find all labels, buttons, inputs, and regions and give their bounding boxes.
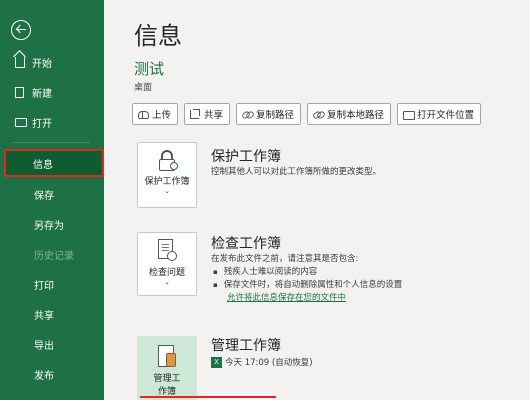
nav-home[interactable]: 开始 <box>0 48 104 76</box>
nav-home-label: 开始 <box>32 58 52 70</box>
inspect-workbook-desc: 在发布此文件之前，请注意其是否包含: 残疾人士难以阅读的内容 保存文件时，将自动… <box>211 253 402 305</box>
inspect-bullet-accessibility: 残疾人士难以阅读的内容 <box>211 266 402 279</box>
nav-save-as-label: 另存为 <box>34 220 64 232</box>
page-title: 信息 <box>134 22 182 50</box>
open-file-location-button[interactable]: 打开文件位置 <box>397 103 482 125</box>
link-icon <box>242 109 252 119</box>
autorecover-version-label: 今天 17:09 (自动恢复) <box>225 358 313 368</box>
nav-publish[interactable]: 发布 <box>0 360 104 388</box>
nav-share-label: 共享 <box>34 310 54 322</box>
protect-workbook-button[interactable]: 保护工作簿 ⌄ <box>137 142 197 208</box>
nav-info-label: 信息 <box>33 159 53 171</box>
link-icon <box>313 109 323 119</box>
upload-button[interactable]: 上传 <box>132 103 179 125</box>
new-document-icon <box>15 87 24 98</box>
nav-export[interactable]: 导出 <box>0 330 104 358</box>
nav-history: 历史记录 <box>0 240 104 268</box>
protect-workbook-desc: 控制其他人可以对此工作簿所做的更改类型。 <box>211 167 382 177</box>
allow-save-info-link[interactable]: 允许将此信息保存在您的文件中 <box>227 292 402 305</box>
nav-save-label: 保存 <box>34 190 54 202</box>
backstage-sidebar: 开始 新建 打开 信息 保存 另存为 历史记录 打印 共享 导出 发布 <box>0 0 104 400</box>
copy-path-button[interactable]: 复制路径 <box>236 103 302 125</box>
nav-publish-label: 发布 <box>34 370 54 382</box>
file-actions-bar: 上传 共享 复制路径 复制本地路径 打开文件位置 <box>132 103 487 125</box>
nav-new-label: 新建 <box>32 88 52 100</box>
inspect-document-icon <box>156 239 178 263</box>
file-path: 桌面 <box>134 83 153 93</box>
folder-icon <box>403 109 416 120</box>
nav-export-label: 导出 <box>34 340 54 352</box>
inspect-intro: 在发布此文件之前，请注意其是否包含: <box>211 254 359 264</box>
manage-workbook-title: 管理工作簿 <box>211 338 281 354</box>
autorecover-version[interactable]: X 今天 17:09 (自动恢复) <box>211 357 313 370</box>
sidebar-divider <box>12 142 90 143</box>
upload-label: 上传 <box>152 110 172 121</box>
protect-workbook-title: 保护工作簿 <box>211 149 281 165</box>
excel-file-icon: X <box>211 357 222 368</box>
back-arrow-icon[interactable] <box>11 20 31 40</box>
home-icon <box>15 57 25 68</box>
nav-open-label: 打开 <box>32 118 52 130</box>
info-panel: 信息 测试 桌面 上传 共享 复制路径 复制本地路径 打开文件位置 保护工作簿 … <box>104 0 530 400</box>
nav-share[interactable]: 共享 <box>0 300 104 328</box>
nav-open[interactable]: 打开 <box>0 108 104 136</box>
nav-new[interactable]: 新建 <box>0 78 104 106</box>
nav-info[interactable]: 信息 <box>4 149 104 177</box>
share-button[interactable]: 共享 <box>184 103 231 125</box>
open-file-location-label: 打开文件位置 <box>417 110 475 121</box>
share-icon <box>190 109 201 119</box>
inspect-workbook-title: 检查工作簿 <box>211 236 281 252</box>
share-label: 共享 <box>204 110 224 121</box>
inspect-bullet-properties: 保存文件时，将自动删除属性和个人信息的设置 <box>211 279 403 292</box>
copy-local-path-button[interactable]: 复制本地路径 <box>307 103 392 125</box>
protect-workbook-button-label: 保护工作簿 <box>144 177 190 187</box>
manage-workbook-button-label-1: 管理工 <box>153 374 181 384</box>
manage-workbook-button[interactable]: 管理工 作簿 <box>137 336 197 400</box>
check-issues-button-label: 检查问题 <box>148 268 185 278</box>
lock-icon <box>156 150 178 172</box>
upload-icon <box>138 109 149 119</box>
nav-history-label: 历史记录 <box>34 250 74 262</box>
file-name: 测试 <box>134 60 165 78</box>
open-folder-icon <box>15 118 27 127</box>
check-issues-button[interactable]: 检查问题 ⌄ <box>137 232 197 296</box>
copy-local-path-label: 复制本地路径 <box>327 110 385 121</box>
copy-path-label: 复制路径 <box>256 110 295 121</box>
nav-save-as[interactable]: 另存为 <box>0 210 104 238</box>
manage-workbook-icon <box>156 345 178 371</box>
highlight-underline <box>140 396 276 398</box>
nav-print-label: 打印 <box>34 280 54 292</box>
nav-save[interactable]: 保存 <box>0 180 104 208</box>
allow-save-info-link-text[interactable]: 允许将此信息保存在您的文件中 <box>227 293 346 303</box>
nav-print[interactable]: 打印 <box>0 270 104 298</box>
chevron-down-icon: ⌄ <box>164 278 170 286</box>
chevron-down-icon: ⌄ <box>164 187 170 195</box>
